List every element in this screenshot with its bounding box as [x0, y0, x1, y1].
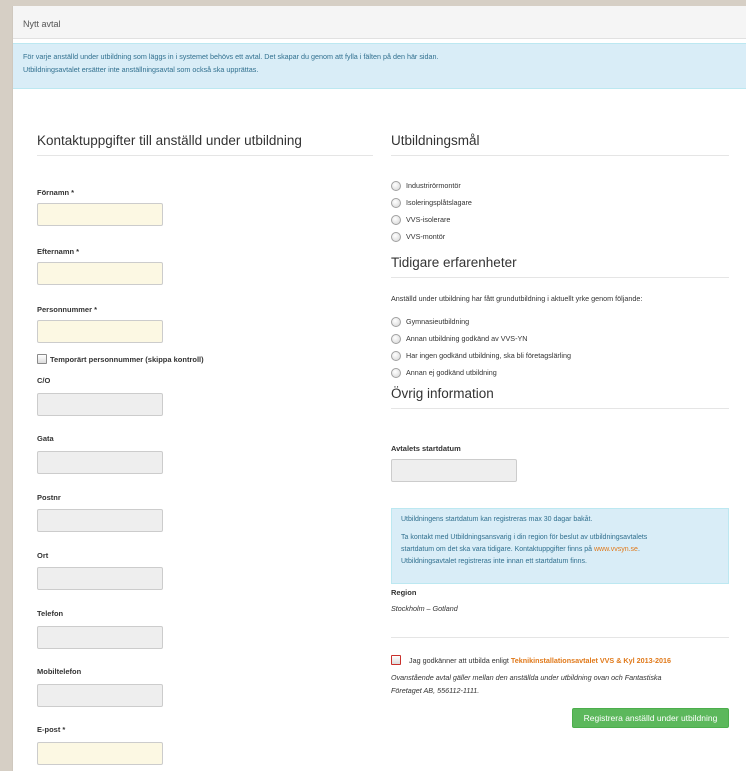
experience-radio-group: Gymnasieutbildning Annan utbildning godk… — [391, 316, 721, 380]
email-input[interactable] — [37, 742, 163, 765]
goals-radio-group: Industrirörmontör Isoleringsplåtslagare … — [391, 180, 691, 244]
experience-intro: Anställd under utbildning har fått grund… — [391, 294, 643, 303]
lastname-input[interactable] — [37, 262, 163, 285]
info-text: . — [637, 546, 640, 553]
city-label: Ort — [37, 551, 49, 560]
email-label: E-post * — [37, 725, 66, 734]
agreement-label: Jag godkänner att utbilda enligt Tekniki… — [409, 656, 671, 665]
info-text: Ta kontakt med Utbildningsansvarig i din… — [401, 534, 648, 541]
contact-divider — [37, 155, 373, 156]
vvsyn-link[interactable]: www.vvsyn.se — [594, 546, 638, 553]
intro-line-1: För varje anställd under utbildning som … — [23, 52, 439, 61]
info-paragraph-2: Ta kontakt med Utbildningsansvarig i din… — [401, 532, 719, 568]
radio-button[interactable] — [391, 334, 401, 344]
intro-info-bar: För varje anställd under utbildning som … — [13, 43, 746, 89]
agreement-note-line: Företaget AB, 556112-1111. — [391, 686, 480, 695]
agreement-divider — [391, 637, 729, 638]
radio-button[interactable] — [391, 198, 401, 208]
street-input[interactable] — [37, 451, 163, 474]
contact-section-title: Kontaktuppgifter till anställd under utb… — [37, 133, 302, 148]
info-text: Utbildningsavtalet registreras inte inna… — [401, 558, 587, 565]
agreement-prefix: Jag godkänner att utbilda enligt — [409, 656, 511, 665]
register-button[interactable]: Registrera anställd under utbildning — [572, 708, 729, 728]
firstname-input[interactable] — [37, 203, 163, 226]
postnr-label: Postnr — [37, 493, 61, 502]
start-date-info-box: Utbildningens startdatum kan registreras… — [391, 508, 729, 584]
agreement-checkbox[interactable] — [391, 655, 401, 665]
mobile-input[interactable] — [37, 684, 163, 707]
agreement-note: Ovanstående avtal gäller mellan den anst… — [391, 671, 662, 697]
intro-line-2: Utbildningsavtalet ersätter inte anställ… — [23, 65, 259, 74]
other-divider — [391, 408, 729, 409]
phone-label: Telefon — [37, 609, 64, 618]
info-paragraph-1: Utbildningens startdatum kan registreras… — [401, 516, 593, 523]
agreement-link[interactable]: Teknikinstallationsavtalet VVS & Kyl 201… — [511, 656, 671, 665]
region-value: Stockholm – Gotland — [391, 604, 458, 613]
personnummer-label: Personnummer * — [37, 305, 98, 314]
agreement-note-line: Ovanstående avtal gäller mellan den anst… — [391, 673, 662, 682]
info-text: startdatum om det ska vara tidigare. Kon… — [401, 546, 594, 553]
co-label: C/O — [37, 376, 51, 385]
page-title: Nytt avtal — [23, 19, 61, 29]
co-input[interactable] — [37, 393, 163, 416]
start-date-label: Avtalets startdatum — [391, 444, 461, 453]
personnummer-input[interactable] — [37, 320, 163, 343]
street-label: Gata — [37, 434, 54, 443]
experience-divider — [391, 277, 729, 278]
goals-divider — [391, 155, 729, 156]
postnr-input[interactable] — [37, 509, 163, 532]
radio-button[interactable] — [391, 368, 401, 378]
start-date-input[interactable] — [391, 459, 517, 482]
region-label: Region — [391, 588, 417, 597]
other-section-title: Övrig information — [391, 386, 494, 401]
temp-personnummer-label: Temporärt personnummer (skippa kontroll) — [50, 355, 204, 364]
panel-header: Nytt avtal — [13, 6, 746, 39]
lastname-label: Efternamn * — [37, 247, 80, 256]
goals-section-title: Utbildningsmål — [391, 133, 480, 148]
radio-button[interactable] — [391, 351, 401, 361]
radio-button[interactable] — [391, 317, 401, 327]
radio-button[interactable] — [391, 232, 401, 242]
temp-personnummer-checkbox[interactable] — [37, 354, 47, 364]
city-input[interactable] — [37, 567, 163, 590]
radio-button[interactable] — [391, 181, 401, 191]
radio-button[interactable] — [391, 215, 401, 225]
mobile-label: Mobiltelefon — [37, 667, 82, 676]
phone-input[interactable] — [37, 626, 163, 649]
experience-section-title: Tidigare erfarenheter — [391, 255, 517, 270]
firstname-label: Förnamn * — [37, 188, 75, 197]
